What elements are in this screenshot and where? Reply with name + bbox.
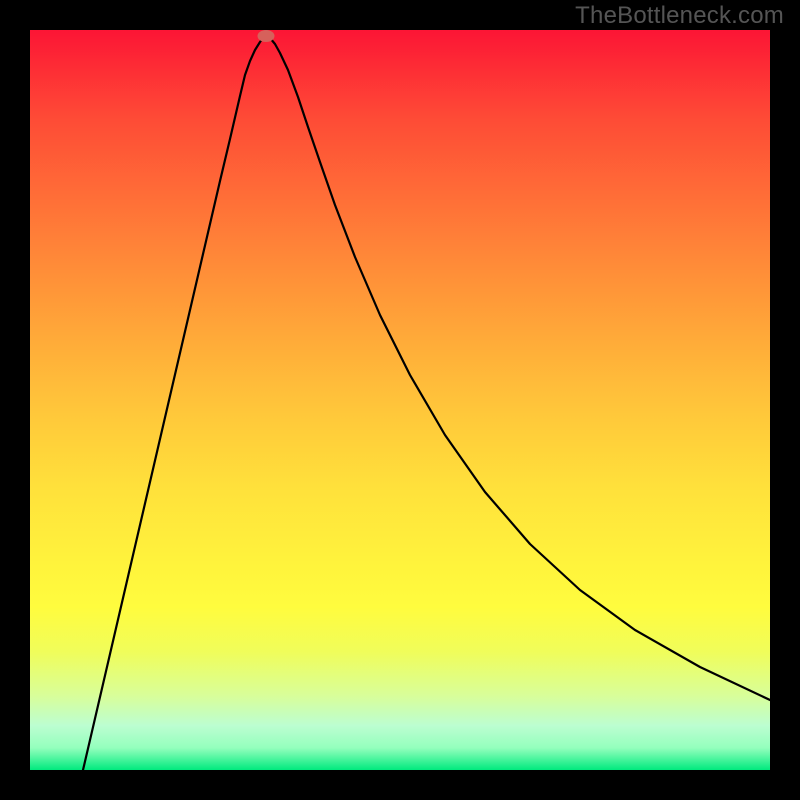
chart-container: TheBottleneck.com [0, 0, 800, 800]
bottleneck-curve [30, 30, 770, 770]
plot-area [30, 30, 770, 770]
watermark-text: TheBottleneck.com [575, 2, 784, 30]
optimal-point-marker [258, 30, 275, 42]
